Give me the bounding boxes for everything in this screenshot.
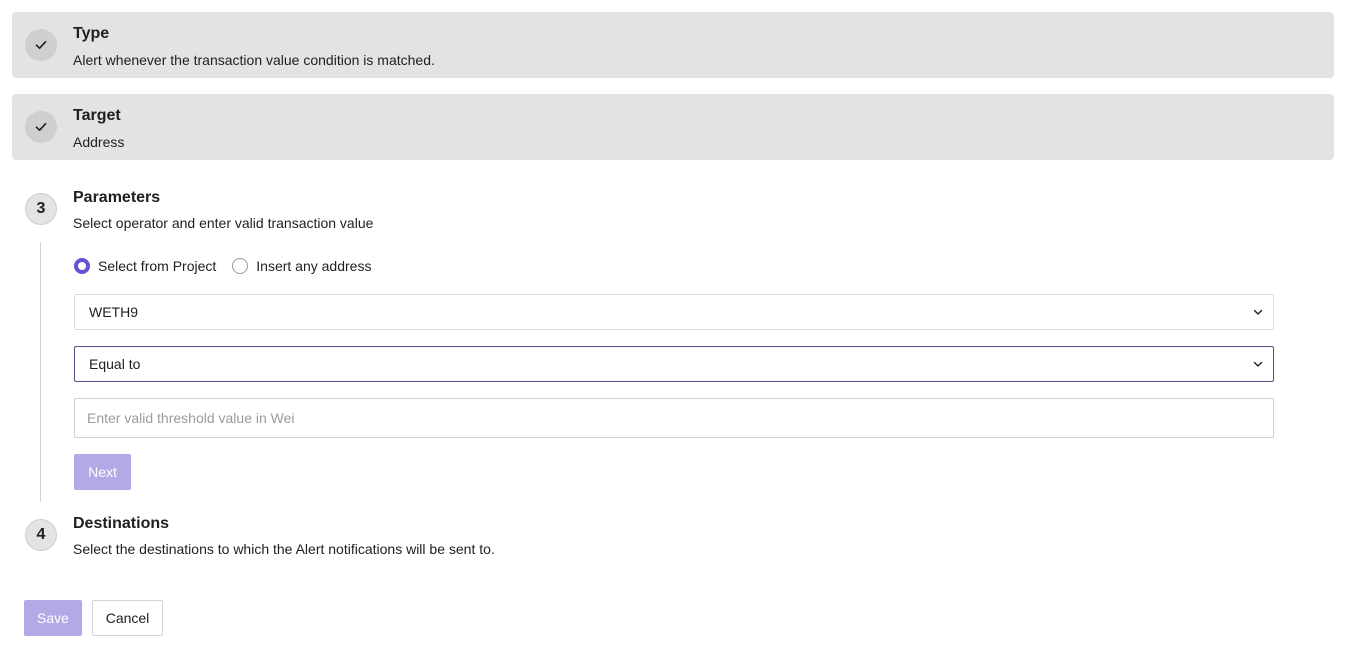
step-destinations-header[interactable]: 4 Destinations Select the destinations t… <box>12 502 1334 568</box>
operator-select[interactable]: Equal to <box>74 346 1274 382</box>
radio-select-from-project[interactable]: Select from Project <box>74 258 216 274</box>
radio-unchecked-icon[interactable] <box>232 258 249 274</box>
step-parameters-number: 3 <box>25 193 57 225</box>
chevron-down-icon <box>1253 361 1263 367</box>
cancel-button[interactable]: Cancel <box>92 600 163 636</box>
step-type-description: Alert whenever the transaction value con… <box>73 52 435 68</box>
check-icon <box>35 41 47 49</box>
radio-insert-any-address[interactable]: Insert any address <box>232 258 371 274</box>
radio-insert-any-address-label[interactable]: Insert any address <box>256 258 371 274</box>
save-button[interactable]: Save <box>24 600 82 636</box>
next-button[interactable]: Next <box>74 454 131 490</box>
threshold-value-input[interactable] <box>74 398 1274 438</box>
step-destinations-description: Select the destinations to which the Ale… <box>73 541 495 557</box>
asset-select-value: WETH9 <box>89 304 138 320</box>
step-parameters-header: 3 Parameters Select operator and enter v… <box>12 176 1334 242</box>
radio-select-from-project-label[interactable]: Select from Project <box>98 258 216 274</box>
asset-select[interactable]: WETH9 <box>74 294 1274 330</box>
step-target-card[interactable]: Target Address <box>12 94 1334 160</box>
step-parameters-title: Parameters <box>73 189 161 206</box>
check-icon <box>35 123 47 131</box>
step-type-status <box>25 29 57 61</box>
operator-select-value: Equal to <box>89 356 141 372</box>
step-destinations-title: Destinations <box>73 515 170 532</box>
step-connector-line <box>40 242 41 502</box>
step-target-status <box>25 111 57 143</box>
step-type-title: Type <box>73 25 110 42</box>
step-parameters-description: Select operator and enter valid transact… <box>73 215 374 231</box>
address-source-radio-group: Select from Project Insert any address <box>74 258 387 274</box>
radio-checked-icon[interactable] <box>74 258 90 274</box>
step-target-description: Address <box>73 134 125 150</box>
alert-form-page: Type Alert whenever the transaction valu… <box>0 0 1346 648</box>
step-destinations-number: 4 <box>25 519 57 551</box>
step-target-title: Target <box>73 107 121 124</box>
chevron-down-icon <box>1253 309 1263 315</box>
step-type-card[interactable]: Type Alert whenever the transaction valu… <box>12 12 1334 78</box>
